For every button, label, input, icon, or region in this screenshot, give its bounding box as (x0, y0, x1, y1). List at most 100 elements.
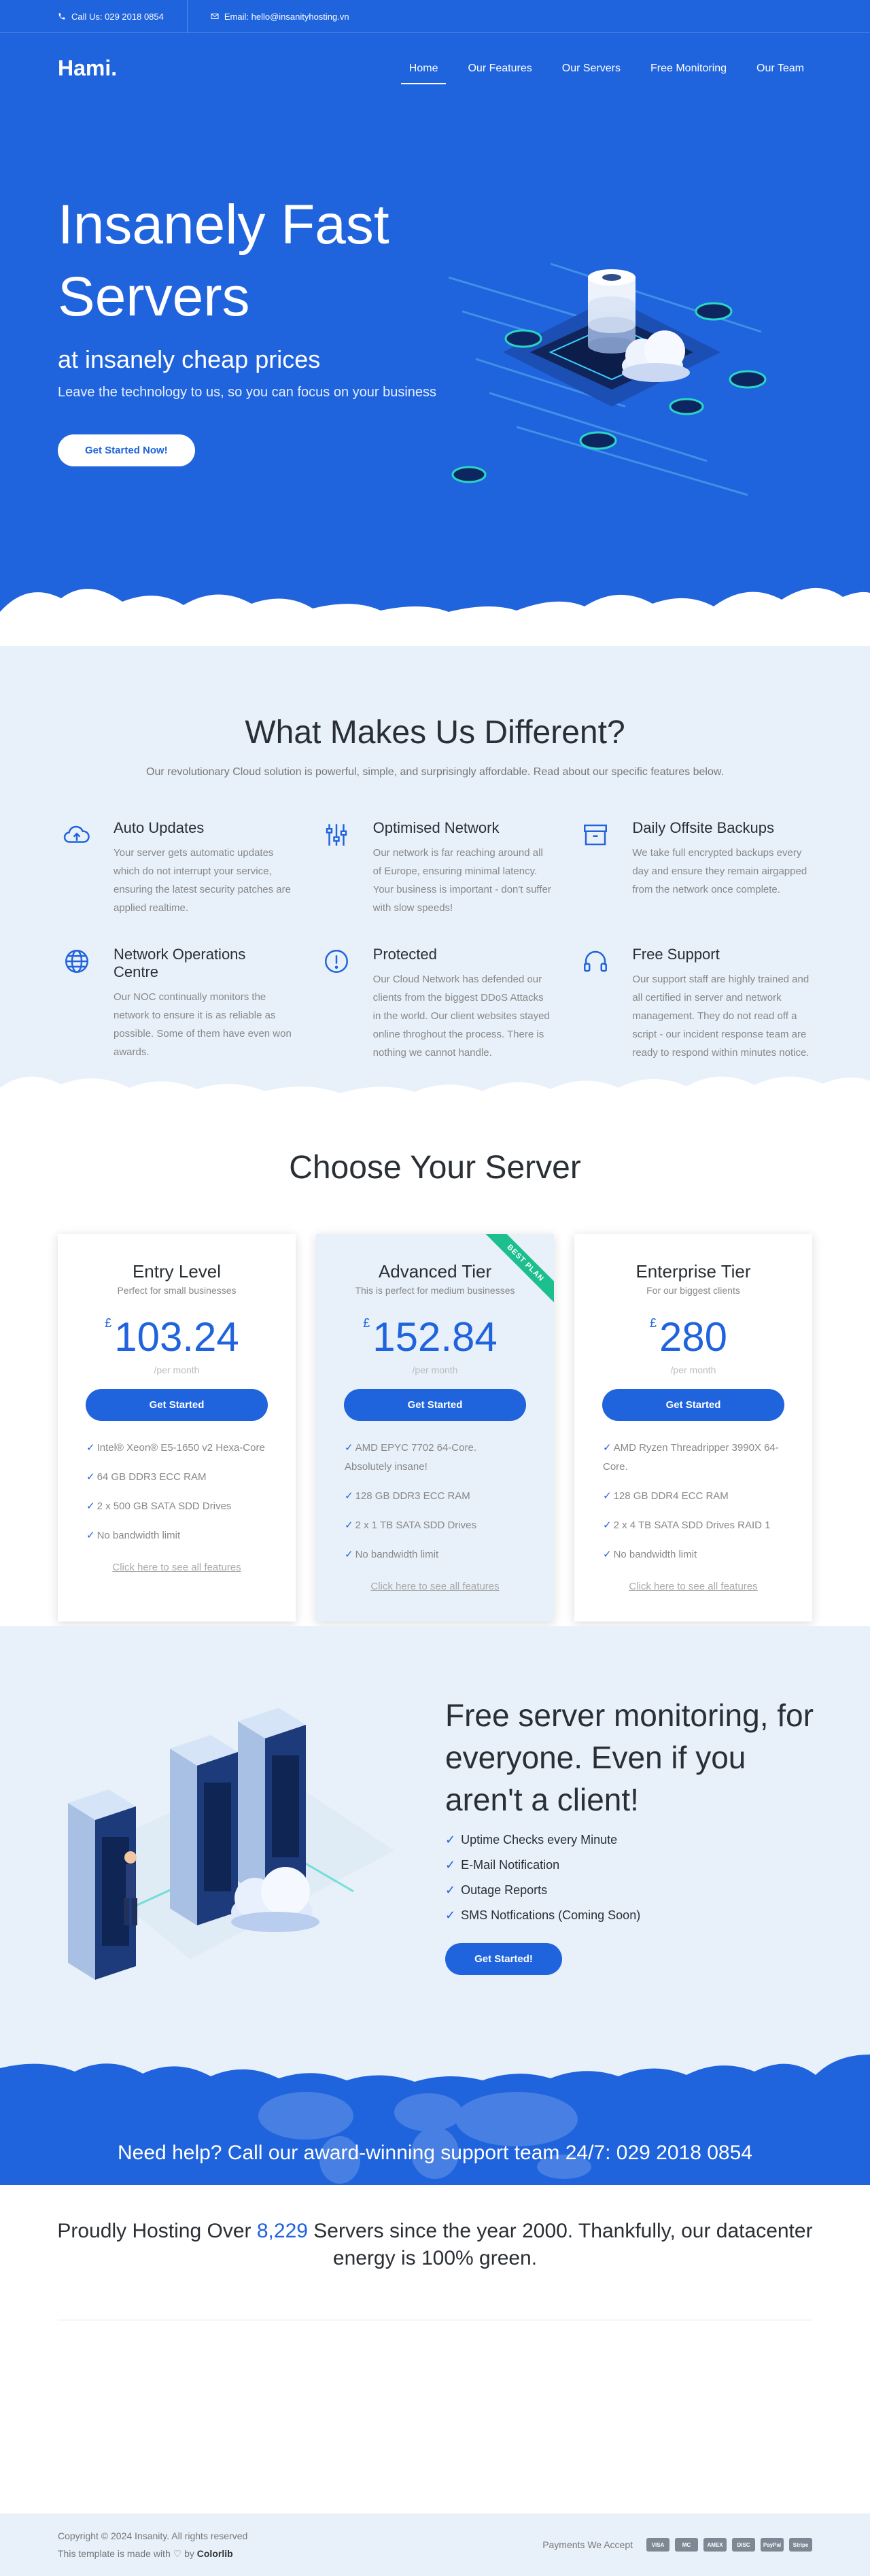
monitoring-item: ✓ Uptime Checks every Minute (445, 1833, 618, 1847)
hosting-statement: Proudly Hosting Over 8,229 Servers since… (57, 2220, 813, 2269)
feature-title: Protected (372, 946, 437, 963)
spec-item: ✓ 128 GB DDR3 ECC RAM (345, 1490, 470, 1502)
feature-item: Daily Offsite Backups We take full encryp… (576, 819, 812, 917)
check-icon: ✓ (603, 1442, 612, 1454)
spec-item: ✓ No bandwidth limit (345, 1549, 439, 1560)
price-period: /per month (412, 1364, 458, 1375)
feature-text: Our Cloud Network has defended our clien… (372, 974, 550, 1059)
spec-item: ✓ No bandwidth limit (86, 1530, 181, 1541)
discover-icon: DISC (732, 2538, 755, 2552)
phone-contact[interactable]: Call Us: 029 2018 0854 (58, 0, 188, 33)
feature-item: Protected Our Cloud Network has defended … (317, 946, 553, 1062)
check-icon: ✓ (345, 1549, 353, 1560)
cloud-divider (0, 1076, 870, 1122)
feature-text: Our NOC continually monitors the network… (114, 991, 292, 1058)
heart-icon: ♡ (173, 2548, 182, 2559)
currency-symbol: £ (363, 1316, 370, 1330)
check-icon: ✓ (86, 1530, 95, 1541)
plan-price: £103.24 (105, 1313, 239, 1360)
spec-item: ✓ 2 x 1 TB SATA SDD Drives (345, 1519, 476, 1531)
feature-item: Optimised Network Our network is far reac… (317, 819, 553, 917)
globe-icon (65, 950, 88, 973)
sliders-icon (326, 824, 347, 846)
paypal-icon: PayPal (761, 2538, 784, 2552)
monitoring-list: ✓ Uptime Checks every Minute ✓ E-Mail Noti… (445, 1833, 826, 1923)
nav-item-team[interactable]: Our Team (748, 57, 812, 80)
feature-title: Network Operations Centre (114, 946, 246, 980)
footer-left: Copyright © 2024 Insanity. All rights re… (58, 2527, 247, 2562)
features-grid: Auto Updates Your server gets automatic u… (58, 819, 812, 1062)
currency-symbol: £ (649, 1316, 657, 1330)
support-text: Need help? Call our award-winning suppor… (118, 2142, 752, 2164)
get-started-button[interactable]: Get Started (602, 1389, 784, 1421)
feature-title: Auto Updates (114, 819, 205, 836)
nav-item-home[interactable]: Home (400, 57, 447, 84)
nav-item-monitoring[interactable]: Free Monitoring (642, 57, 735, 80)
feature-item: Auto Updates Your server gets automatic u… (58, 819, 294, 917)
spec-item: ✓ 64 GB DDR3 ECC RAM (86, 1471, 207, 1483)
check-icon: ✓ (345, 1442, 353, 1454)
headphones-icon (584, 950, 608, 972)
phone-icon (58, 13, 65, 20)
amex-icon: AMEX (703, 2538, 727, 2552)
payments: Payments We Accept VISA MC AMEX DISC Pay… (542, 2538, 812, 2552)
plan-name: Entry Level (132, 1261, 222, 1282)
feature-item: Free Support Our support staff are highly… (576, 946, 812, 1062)
see-all-features-link[interactable]: Click here to see all features (574, 1581, 812, 1592)
feature-text: Your server gets automatic updates which… (114, 847, 291, 914)
hero-text: Insanely Fast Servers at insanely cheap … (58, 189, 466, 466)
payments-label: Payments We Accept (542, 2539, 633, 2550)
feature-title: Optimised Network (372, 819, 500, 836)
pricing-cards: Entry Level Perfect for small businesses… (58, 1234, 812, 1621)
get-started-now-button[interactable]: Get Started Now! (58, 434, 195, 466)
feature-text: Our network is far reaching around all o… (372, 847, 551, 914)
monitoring-item: ✓ E-Mail Notification (445, 1858, 560, 1872)
feature-title: Daily Offsite Backups (632, 819, 775, 836)
nav-menu: Home Our Features Our Servers Free Monit… (387, 57, 812, 84)
colorlib-link[interactable]: Colorlib (197, 2548, 233, 2559)
get-started-button[interactable]: Get Started (86, 1389, 268, 1421)
alert-icon (324, 950, 348, 973)
plan-card-enterprise: Enterprise Tier For our biggest clients … (574, 1234, 812, 1621)
features-section: What Makes Us Different? Our revolutiona… (0, 646, 870, 1122)
check-icon: ✓ (603, 1549, 612, 1560)
credit-text: This template is made with ♡ by Colorlib (58, 2548, 233, 2559)
cloud-divider (0, 587, 870, 646)
server-count: 8,229 (256, 2220, 308, 2242)
see-all-features-link[interactable]: Click here to see all features (316, 1581, 554, 1592)
monitoring-get-started-button[interactable]: Get Started! (445, 1943, 562, 1975)
main-nav: Hami. Home Our Features Our Servers Free… (58, 33, 812, 84)
plan-specs: ✓ Intel® Xeon® E5-1650 v2 Hexa-Core ✓ 64 G… (58, 1439, 296, 1545)
price-period: /per month (670, 1364, 716, 1375)
nav-item-features[interactable]: Our Features (459, 57, 540, 80)
check-icon: ✓ (445, 1908, 456, 1922)
monitoring-item: ✓ SMS Notfications (Coming Soon) (445, 1908, 641, 1922)
feature-text: We take full encrypted backups every day… (632, 847, 807, 895)
see-all-features-link[interactable]: Click here to see all features (58, 1562, 296, 1573)
check-icon: ✓ (345, 1490, 353, 1502)
spec-item: ✓ 2 x 4 TB SATA SDD Drives RAID 1 (603, 1519, 771, 1531)
plan-price: £152.84 (363, 1313, 498, 1360)
logo[interactable]: Hami. (58, 56, 117, 81)
footer: Copyright © 2024 Insanity. All rights re… (0, 2513, 870, 2576)
hosting-section: Proudly Hosting Over 8,229 Servers since… (0, 2185, 870, 2362)
world-map-illustration (258, 2092, 591, 2184)
currency-symbol: £ (105, 1316, 112, 1330)
monitoring-title: Free server monitoring, for everyone. Ev… (445, 1698, 814, 1817)
mastercard-icon: MC (675, 2538, 698, 2552)
get-started-button[interactable]: Get Started (344, 1389, 526, 1421)
price-value: 103.24 (114, 1314, 239, 1360)
nav-item-servers[interactable]: Our Servers (554, 57, 629, 80)
price-value: 280 (659, 1314, 728, 1360)
phone-text: Call Us: 029 2018 0854 (71, 11, 164, 22)
server-illustration (449, 262, 767, 496)
plan-name: Enterprise Tier (636, 1261, 751, 1282)
support-section: Need help? Call our award-winning suppor… (0, 2055, 870, 2185)
monitoring-item: ✓ Outage Reports (445, 1883, 548, 1897)
pricing-section: Choose Your Server Entry Level Perfect f… (0, 1122, 870, 1621)
email-contact[interactable]: Email: hello@insanityhosting.vn (211, 0, 372, 33)
spec-item: ✓ AMD EPYC 7702 64-Core. Absolutely insan… (345, 1442, 476, 1473)
check-icon: ✓ (86, 1500, 95, 1512)
feature-item: Network Operations Centre Our NOC continu… (58, 946, 294, 1062)
spec-item: ✓ Intel® Xeon® E5-1650 v2 Hexa-Core (86, 1442, 265, 1454)
